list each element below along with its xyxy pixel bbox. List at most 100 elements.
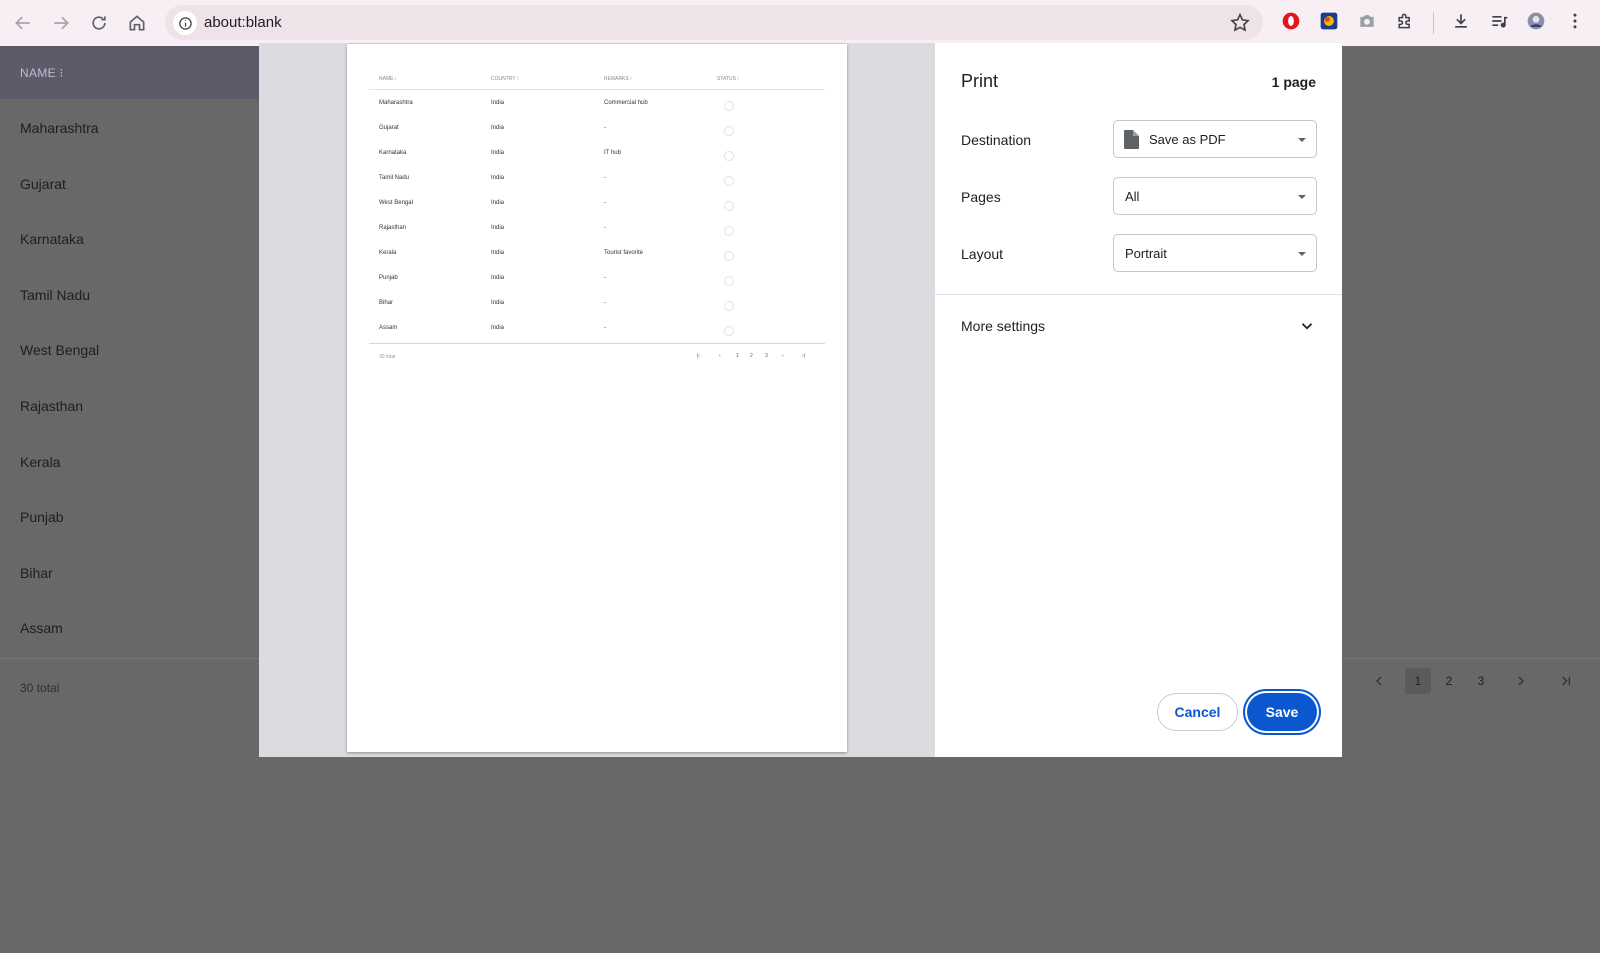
pages-select[interactable]: All: [1113, 177, 1317, 215]
list-item: Karnataka: [20, 231, 84, 247]
preview-cell-name: West Bengal: [379, 200, 413, 206]
list-item: Assam: [20, 620, 63, 636]
preview-cell-remarks: -: [604, 125, 606, 131]
colorful-extension-icon[interactable]: [1318, 10, 1340, 32]
page-count: 1 page: [1271, 74, 1316, 90]
preview-cell-name: Gujarat: [379, 125, 399, 131]
preview-status-toggle: [724, 226, 734, 236]
profile-avatar[interactable]: [1525, 10, 1547, 32]
chevron-down-icon: [1301, 323, 1313, 330]
preview-header-remarks: REMARKS ⁝: [604, 76, 632, 82]
next-page-icon: [1508, 668, 1534, 694]
preview-cell-country: India: [491, 300, 505, 306]
address-bar[interactable]: about:blank: [165, 5, 1263, 40]
preview-cell-remarks: IT hub: [604, 150, 621, 156]
layout-label: Layout: [961, 246, 1004, 262]
preview-status-toggle: [724, 101, 734, 111]
preview-cell-country: India: [491, 275, 505, 281]
preview-page-2: 2: [750, 353, 753, 359]
page-button-1: 1: [1405, 668, 1431, 694]
preview-status-toggle: [724, 326, 734, 336]
preview-status-toggle: [724, 151, 734, 161]
preview-cell-name: Karnataka: [379, 150, 407, 156]
pages-label: Pages: [961, 189, 1001, 205]
preview-cell-country: India: [491, 125, 505, 131]
home-icon[interactable]: [122, 8, 152, 38]
preview-cell-name: Bihar: [379, 300, 394, 306]
preview-page-1: 1: [736, 353, 739, 359]
preview-cell-country: India: [491, 175, 505, 181]
download-icon[interactable]: [1450, 10, 1472, 32]
preview-cell-remarks: Tourist favorite: [604, 250, 644, 256]
preview-status-toggle: [724, 201, 734, 211]
list-item: Kerala: [20, 454, 61, 470]
preview-status-toggle: [724, 251, 734, 261]
forward-arrow-icon[interactable]: [46, 8, 76, 38]
media-control-icon[interactable]: [1488, 10, 1510, 32]
preview-cell-name: Assam: [379, 325, 398, 331]
reload-icon[interactable]: [84, 8, 114, 38]
preview-prev-page-icon: ‹: [719, 353, 721, 359]
cancel-button[interactable]: Cancel: [1157, 693, 1238, 731]
preview-cell-name: Rajasthan: [379, 225, 407, 231]
preview-header-name: NAME ⁝: [379, 76, 397, 82]
preview-cell-country: India: [491, 325, 505, 331]
more-settings-toggle[interactable]: More settings: [935, 305, 1342, 347]
preview-first-page-icon: |‹: [697, 353, 700, 359]
preview-cell-remarks: -: [604, 300, 606, 306]
preview-status-toggle: [724, 301, 734, 311]
preview-cell-country: India: [491, 200, 505, 206]
preview-status-toggle: [724, 276, 734, 286]
destination-value: Save as PDF: [1149, 132, 1226, 147]
preview-cell-country: India: [491, 225, 505, 231]
preview-cell-remarks: -: [604, 225, 606, 231]
list-item: Tamil Nadu: [20, 287, 91, 303]
preview-status-toggle: [724, 126, 734, 136]
print-title: Print: [961, 71, 999, 91]
opera-extension-icon[interactable]: [1280, 10, 1302, 32]
preview-status-toggle: [724, 176, 734, 186]
prev-page-icon: [1366, 668, 1392, 694]
preview-cell-country: India: [491, 150, 505, 156]
page-button-2: 2: [1445, 674, 1453, 688]
preview-cell-remarks: -: [604, 325, 606, 331]
star-icon[interactable]: [1229, 12, 1251, 34]
file-icon: [1124, 130, 1139, 149]
list-item: Maharashtra: [20, 120, 99, 136]
preview-page-3: 3: [765, 353, 768, 359]
browser-toolbar: about:blank: [0, 0, 1600, 46]
print-dialog: NAME ⁝ COUNTRY ⁝ REMARKS ⁝ STATUS ⁝ Maha…: [259, 43, 1342, 757]
preview-cell-remarks: -: [604, 200, 606, 206]
destination-label: Destination: [961, 132, 1032, 148]
puzzle-icon[interactable]: [1394, 10, 1416, 32]
preview-header-divider: [369, 89, 825, 90]
destination-select[interactable]: Save as PDF: [1113, 120, 1317, 158]
preview-cell-remarks: -: [604, 275, 606, 281]
preview-cell-name: Maharashtra: [379, 100, 413, 106]
preview-cell-name: Tamil Nadu: [379, 175, 410, 181]
list-item: West Bengal: [20, 342, 100, 358]
more-settings-label: More settings: [961, 318, 1046, 334]
save-button[interactable]: Save: [1247, 693, 1317, 731]
print-settings-panel: Print 1 page Destination Save as PDF Pag…: [935, 43, 1342, 757]
list-item: Bihar: [20, 565, 53, 581]
list-item: Rajasthan: [20, 398, 84, 414]
kebab-menu-icon[interactable]: [1564, 10, 1586, 32]
preview-cell-remarks: Commercial hub: [604, 100, 648, 106]
dropdown-caret-icon: [1298, 252, 1306, 256]
last-page-icon: [1553, 668, 1579, 694]
pages-value: All: [1125, 189, 1140, 204]
url-text[interactable]: about:blank: [204, 14, 282, 31]
column-header-name: NAME ⁝: [20, 66, 64, 80]
camera-icon[interactable]: [1356, 10, 1378, 32]
preview-cell-country: India: [491, 250, 505, 256]
toolbar-divider: [1433, 12, 1434, 34]
preview-cell-country: India: [491, 100, 505, 106]
layout-select[interactable]: Portrait: [1113, 234, 1317, 272]
panel-divider: [935, 294, 1342, 295]
preview-page: NAME ⁝ COUNTRY ⁝ REMARKS ⁝ STATUS ⁝ Maha…: [347, 44, 847, 752]
back-arrow-icon[interactable]: [8, 8, 38, 38]
page-button-3: 3: [1477, 674, 1485, 688]
preview-next-page-icon: ›: [782, 353, 784, 359]
info-icon[interactable]: [173, 11, 197, 35]
